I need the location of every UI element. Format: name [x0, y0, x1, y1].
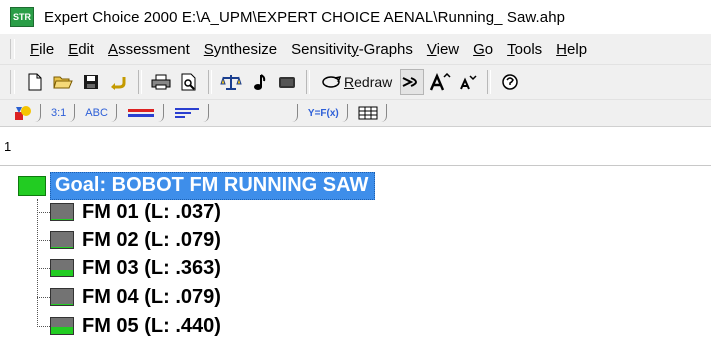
tab-direct-data[interactable]	[166, 104, 209, 122]
tree-node[interactable]: FM 03 (L: .363)	[50, 255, 221, 281]
tab-data-grid[interactable]	[350, 104, 387, 122]
menu-sensitivity-graphs[interactable]: Sensitivity-Graphs	[284, 41, 420, 58]
menu-edit[interactable]: Edit	[61, 41, 101, 58]
title-bar: STR Expert Choice 2000 E:\A_UPM\EXPERT C…	[0, 0, 711, 34]
font-increase-icon[interactable]	[428, 69, 452, 95]
tree-connector	[37, 297, 50, 298]
redraw-button[interactable]: Redraw	[317, 69, 396, 95]
grid-icon	[358, 106, 378, 120]
priority-box-icon	[50, 317, 74, 335]
toolbar-separator	[487, 70, 492, 94]
tree-connector	[37, 199, 38, 327]
tab-blank[interactable]	[211, 104, 298, 122]
tab-formula-grid[interactable]: Y=F(x)	[300, 104, 348, 122]
main-toolbar: Redraw	[0, 65, 711, 100]
hierarchy-tree: Goal: BOBOT FM RUNNING SAW FM 01 (L: .03…	[0, 166, 711, 362]
tree-connector	[37, 268, 50, 269]
print-preview-icon[interactable]	[177, 69, 201, 95]
save-icon[interactable]	[79, 69, 103, 95]
menu-bar: File Edit Assessment Synthesize Sensitiv…	[0, 34, 711, 65]
priority-box-icon	[50, 203, 74, 221]
goal-label: Goal: BOBOT FM RUNNING SAW	[50, 171, 376, 200]
shapes-icon	[15, 106, 31, 120]
tree-connector	[37, 212, 50, 213]
display-icon[interactable]	[275, 69, 299, 95]
node-path: 1	[4, 138, 12, 154]
menu-help[interactable]: Help	[549, 41, 594, 58]
tree-connector	[37, 326, 50, 327]
font-decrease-icon[interactable]	[456, 69, 480, 95]
window-title: Expert Choice 2000 E:\A_UPM\EXPERT CHOIC…	[44, 8, 566, 26]
priority-box-icon	[50, 231, 74, 249]
tree-node[interactable]: FM 02 (L: .079)	[50, 227, 221, 253]
bars-icon	[127, 109, 154, 117]
undo-icon[interactable]	[107, 69, 131, 95]
goal-box-icon	[18, 175, 46, 196]
menu-file[interactable]: File	[23, 41, 61, 58]
node-label: FM 02 (L: .079)	[82, 228, 221, 251]
tab-pairwise-graphical[interactable]	[119, 104, 164, 122]
node-label: FM 05 (L: .440)	[82, 314, 221, 337]
print-icon[interactable]	[149, 69, 173, 95]
node-path-bar: 1	[0, 127, 711, 166]
priority-box-icon	[50, 288, 74, 306]
menu-go[interactable]: Go	[466, 41, 500, 58]
toolbar-grip[interactable]	[10, 70, 15, 94]
tab-pairwise-numerical[interactable]: 3:1	[43, 104, 76, 122]
node-label: FM 04 (L: .079)	[82, 285, 221, 308]
new-file-icon[interactable]	[23, 69, 47, 95]
tree-connector	[37, 240, 50, 241]
music-note-icon[interactable]	[247, 69, 271, 95]
toolbar-separator	[306, 70, 310, 94]
toolbar-separator	[138, 70, 142, 94]
help-icon[interactable]	[498, 69, 522, 95]
open-folder-icon[interactable]	[51, 69, 75, 95]
app-icon: STR	[10, 7, 34, 27]
goal-node[interactable]: Goal: BOBOT FM RUNNING SAW	[18, 171, 376, 200]
view-tab-bar: 3:1 ABC Y=F(x)	[0, 100, 711, 127]
node-label: FM 03 (L: .363)	[82, 256, 221, 279]
balance-scale-icon[interactable]	[219, 69, 243, 95]
tree-node[interactable]: FM 01 (L: .037)	[50, 199, 221, 225]
tree-node[interactable]: FM 05 (L: .440)	[50, 313, 221, 339]
tree-node[interactable]: FM 04 (L: .079)	[50, 284, 221, 310]
lines-icon	[174, 108, 199, 118]
menu-synthesize[interactable]: Synthesize	[197, 41, 284, 58]
toolbar-separator	[208, 70, 212, 94]
menu-view[interactable]: View	[420, 41, 466, 58]
menu-assessment[interactable]: Assessment	[101, 41, 197, 58]
tab-pairwise-verbal[interactable]: ABC	[77, 104, 117, 122]
menubar-grip[interactable]	[10, 39, 15, 59]
node-label: FM 01 (L: .037)	[82, 200, 221, 223]
priority-box-icon	[50, 259, 74, 277]
tab-model[interactable]	[0, 104, 41, 122]
zoom-fit-icon[interactable]	[400, 69, 425, 95]
menu-tools[interactable]: Tools	[500, 41, 549, 58]
